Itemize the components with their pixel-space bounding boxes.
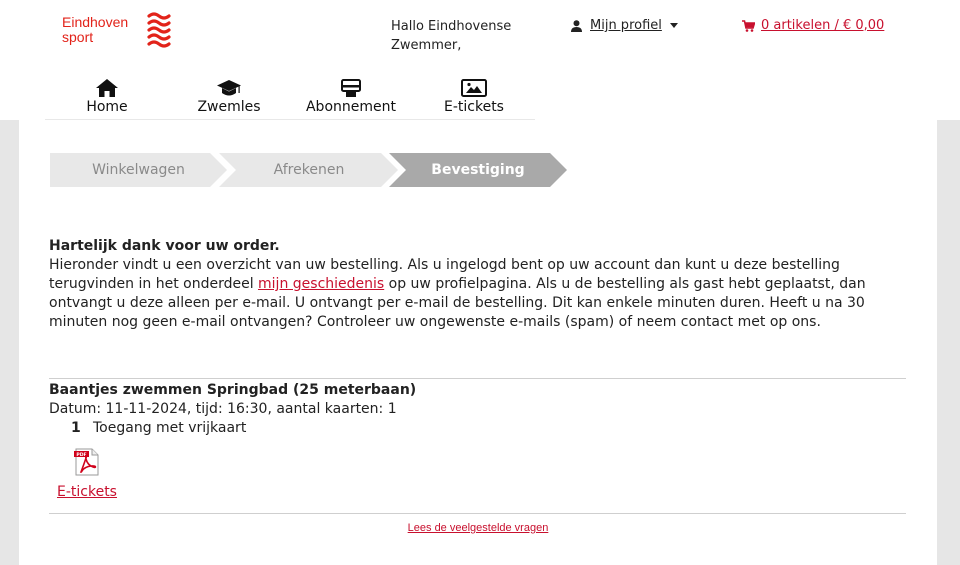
my-history-link[interactable]: mijn geschiedenis — [258, 276, 384, 292]
card-icon — [341, 78, 361, 97]
nav-item-label: Home — [86, 99, 128, 115]
order-summary: Baantjes zwemmen Springbad (25 meterbaan… — [49, 381, 416, 438]
order-line-quantity: 1 — [71, 420, 81, 436]
nav-item-label: Abonnement — [305, 99, 396, 115]
order-details: Datum: 11-11-2024, tijd: 16:30, aantal k… — [49, 401, 397, 417]
eindhoven-waves-logo-icon — [147, 12, 171, 48]
nav-item-label: E-tickets — [444, 99, 504, 115]
graduation-cap-icon — [217, 80, 241, 96]
confirmation-title: Hartelijk dank voor uw order. — [49, 238, 280, 254]
step-label: Bevestiging — [431, 162, 525, 178]
order-confirmation-message: Hartelijk dank voor uw order. Hieronder … — [49, 237, 909, 332]
my-profile-dropdown[interactable]: Mijn profiel — [571, 18, 678, 33]
main-content: Winkelwagen Afrekenen Bevestiging Hartel… — [19, 120, 937, 565]
nav-item-home[interactable]: Home — [52, 78, 162, 115]
order-title: Baantjes zwemmen Springbad (25 meterbaan… — [49, 382, 417, 398]
cart-summary-label: 0 artikelen / € 0,00 — [761, 18, 885, 33]
nav-item-label: Zwemles — [197, 99, 261, 115]
shopping-cart-icon — [742, 19, 755, 32]
cart-link[interactable]: 0 artikelen / € 0,00 — [742, 18, 884, 33]
order-line: 1 Toegang met vrijkaart — [71, 419, 416, 438]
my-profile-label: Mijn profiel — [590, 18, 662, 33]
main-navigation: Home Zwemles Abonnement E-tickets — [45, 78, 535, 120]
image-ticket-icon — [461, 79, 487, 97]
eticket-label: E-tickets — [57, 484, 117, 500]
pdf-file-icon: PDF — [74, 448, 99, 476]
step-label: Afrekenen — [273, 162, 345, 178]
nav-item-abonnement[interactable]: Abonnement — [296, 78, 406, 115]
faq-link[interactable]: Lees de veelgestelde vragen — [408, 522, 549, 534]
nav-item-etickets[interactable]: E-tickets — [419, 78, 529, 115]
eindhoven-sport-logo[interactable]: Eindhoven sport — [62, 12, 171, 48]
logo-text-line2: sport — [62, 29, 94, 45]
site-header: Eindhoven sport Hallo Eindhovense Zwemme… — [0, 0, 960, 120]
home-icon — [96, 79, 118, 97]
greeting-text: Hallo Eindhovense Zwemmer, — [391, 19, 512, 53]
order-line-description: Toegang met vrijkaart — [93, 420, 247, 436]
step-label: Winkelwagen — [92, 162, 185, 178]
faq-row: Lees de veelgestelde vragen — [19, 522, 937, 534]
divider — [49, 513, 906, 514]
divider — [49, 378, 906, 379]
user-icon — [571, 19, 582, 32]
nav-item-zwemles[interactable]: Zwemles — [174, 78, 284, 115]
eticket-download[interactable]: PDF E-tickets — [57, 448, 117, 500]
logo-text-line1: Eindhoven — [62, 14, 129, 30]
caret-down-icon — [669, 23, 678, 28]
